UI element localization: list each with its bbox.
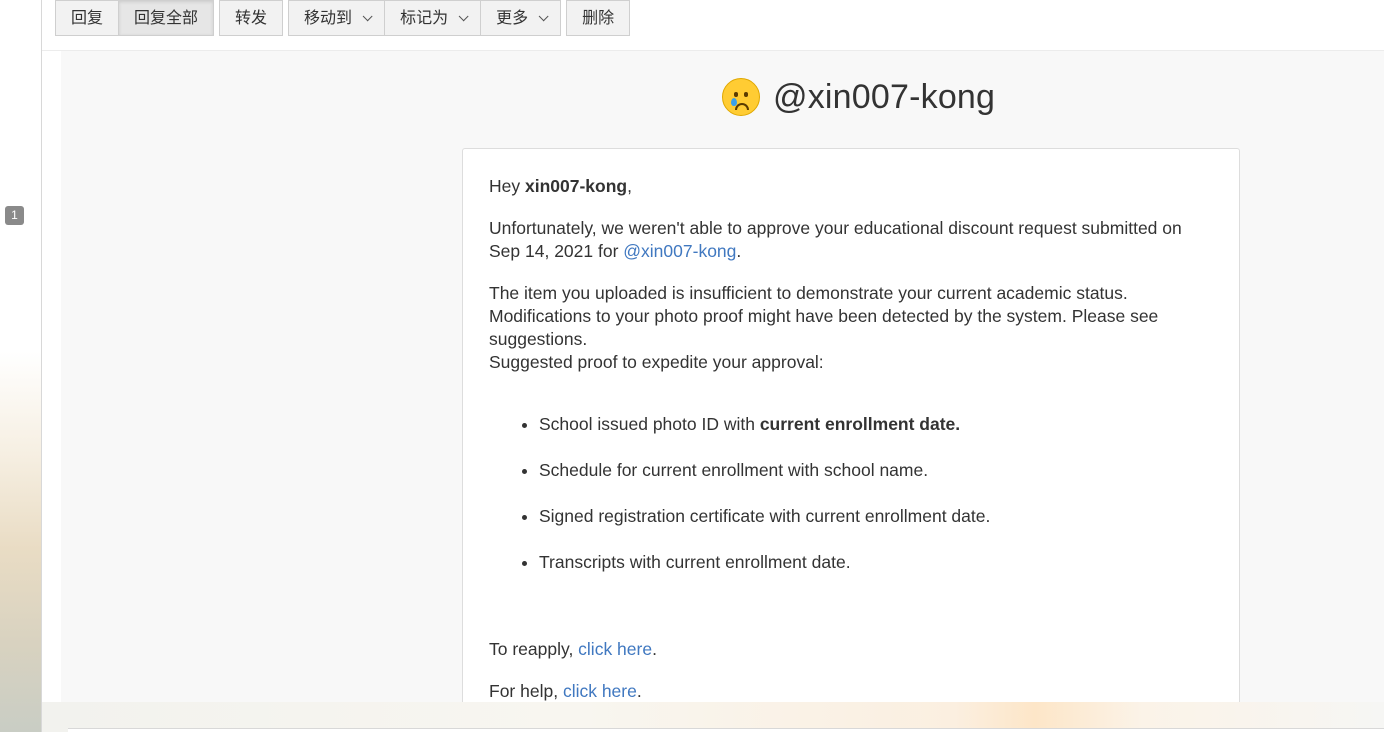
reply-all-button[interactable]: 回复全部 xyxy=(119,0,215,36)
reapply-end: . xyxy=(652,639,657,659)
mark-as-label: 标记为 xyxy=(400,8,449,27)
list-item: Transcripts with current enrollment date… xyxy=(539,551,1213,574)
help-link[interactable]: click here xyxy=(563,681,637,701)
email-hero-title: @xin007-kong xyxy=(773,77,996,116)
greeting-suffix: , xyxy=(627,176,632,196)
list-item: Schedule for current enrollment with sch… xyxy=(539,459,1213,482)
greeting: Hey xin007-kong, xyxy=(489,175,1213,198)
forward-button-group: 转发 xyxy=(219,0,284,36)
delete-button[interactable]: 删除 xyxy=(566,0,631,36)
reapply-paragraph: To reapply, click here. xyxy=(489,638,1213,661)
username-link[interactable]: @xin007-kong xyxy=(623,241,736,261)
mail-toolbar: 回复 回复全部 转发 移动到 标记为 更多 删除 xyxy=(55,0,631,36)
list-item: School issued photo ID with current enro… xyxy=(539,413,1213,436)
email-message-card: Hey xin007-kong, Unfortunately, we weren… xyxy=(462,148,1240,708)
greeting-prefix: Hey xyxy=(489,176,525,196)
rejection-paragraph: Unfortunately, we weren't able to approv… xyxy=(489,217,1213,263)
greeting-username: xin007-kong xyxy=(524,176,628,196)
chevron-down-icon xyxy=(362,10,373,21)
help-end: . xyxy=(636,681,642,701)
chevron-down-icon xyxy=(458,10,469,21)
list-item-bold: current enrollment date. xyxy=(759,414,961,434)
suggested-proof-heading: Suggested proof to expedite your approva… xyxy=(489,352,824,372)
proof-text: The item you uploaded is insufficient to… xyxy=(489,283,1159,349)
reply-button[interactable]: 回复 xyxy=(55,0,120,36)
reapply-text: To reapply, xyxy=(489,639,579,659)
move-to-dropdown[interactable]: 移动到 xyxy=(288,0,386,36)
rejection-end: . xyxy=(736,241,742,261)
chevron-down-icon xyxy=(538,10,549,21)
mark-as-dropdown[interactable]: 标记为 xyxy=(385,0,482,36)
help-paragraph: For help, click here. xyxy=(489,680,1213,703)
list-item: Signed registration certificate with cur… xyxy=(539,505,1213,528)
more-dropdown[interactable]: 更多 xyxy=(481,0,562,36)
list-item-text: School issued photo ID with xyxy=(539,414,760,434)
email-header: @xin007-kong xyxy=(722,77,995,117)
rejection-text: Unfortunately, we weren't able to approv… xyxy=(489,218,1182,261)
crying-face-icon xyxy=(722,78,760,116)
proof-paragraph: The item you uploaded is insufficient to… xyxy=(489,282,1213,374)
delete-button-group: 删除 xyxy=(566,0,631,36)
forward-button[interactable]: 转发 xyxy=(219,0,284,36)
help-text: For help, xyxy=(489,681,563,701)
move-to-label: 移动到 xyxy=(304,8,353,27)
action-dropdown-group: 移动到 标记为 更多 xyxy=(288,0,562,36)
reapply-link[interactable]: click here xyxy=(578,639,652,659)
reply-button-group: 回复 回复全部 xyxy=(55,0,215,36)
suggested-proof-list: School issued photo ID with current enro… xyxy=(539,413,1213,574)
left-sidebar xyxy=(0,0,42,732)
bottom-panel-edge xyxy=(68,728,1384,732)
unread-count-badge: 1 xyxy=(5,206,24,225)
more-label: 更多 xyxy=(496,8,529,27)
